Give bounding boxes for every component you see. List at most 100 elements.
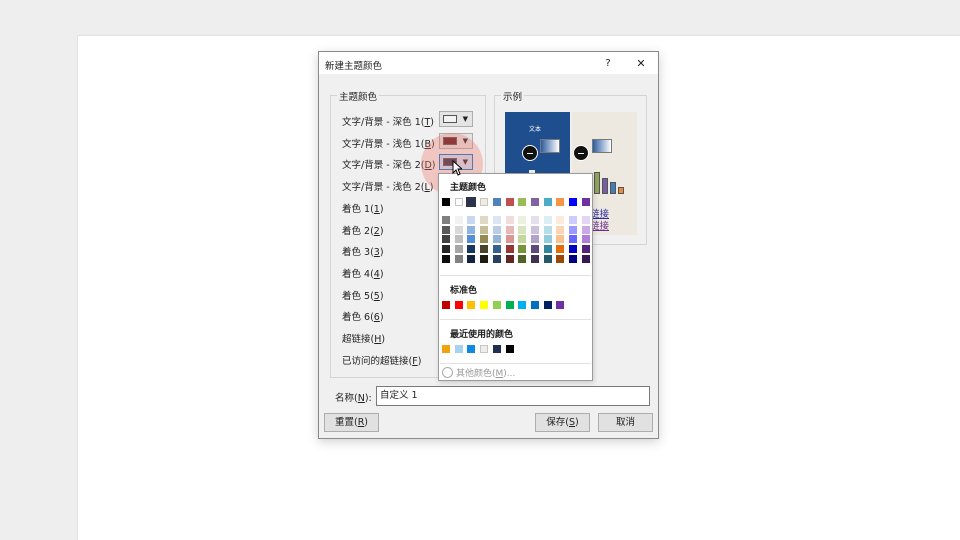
color-cell[interactable] — [556, 216, 565, 224]
color-cell[interactable] — [467, 345, 476, 353]
color-cell[interactable] — [454, 254, 463, 263]
color-cell[interactable] — [569, 245, 577, 254]
color-cell[interactable] — [530, 216, 539, 224]
color-cell[interactable] — [581, 225, 590, 234]
color-cell[interactable] — [556, 301, 565, 309]
color-cell[interactable] — [581, 235, 590, 244]
color-cell[interactable] — [492, 245, 501, 254]
color-cell[interactable] — [454, 301, 463, 309]
color-cell[interactable] — [467, 245, 476, 254]
color-cell[interactable] — [492, 301, 501, 309]
color-cell[interactable] — [530, 301, 539, 309]
color-cell[interactable] — [505, 225, 514, 234]
color-cell[interactable] — [467, 216, 476, 224]
color-cell[interactable] — [442, 198, 450, 206]
color-cell[interactable] — [467, 254, 476, 263]
color-cell[interactable] — [569, 225, 577, 234]
color-cell[interactable] — [543, 301, 552, 309]
save-button[interactable]: 保存(S) — [535, 413, 590, 432]
color-cell[interactable] — [454, 345, 463, 353]
help-button[interactable]: ? — [599, 56, 617, 71]
color-cell[interactable] — [480, 245, 489, 254]
cancel-button[interactable]: 取消 — [598, 413, 653, 432]
color-cell[interactable] — [543, 235, 552, 244]
color-cell[interactable] — [581, 245, 590, 254]
color-cell[interactable] — [569, 235, 577, 244]
color-cell[interactable] — [518, 254, 527, 263]
color-cell[interactable] — [492, 225, 501, 234]
dialog-title: 新建主题颜色 — [325, 61, 383, 72]
color-cell[interactable] — [467, 235, 476, 244]
color-cell[interactable] — [530, 245, 539, 254]
color-cell[interactable] — [454, 216, 463, 224]
color-cell[interactable] — [530, 198, 539, 206]
color-cell[interactable] — [442, 301, 450, 309]
color-cell[interactable] — [492, 216, 501, 224]
color-cell[interactable] — [543, 245, 552, 254]
color-cell[interactable] — [454, 235, 463, 244]
theme-color-row-label: 文字/背景 - 深色 1(T) — [342, 117, 434, 128]
color-cell[interactable] — [442, 235, 450, 244]
color-cell[interactable] — [480, 301, 489, 309]
color-cell[interactable] — [480, 235, 489, 244]
color-cell[interactable] — [492, 345, 501, 353]
color-cell[interactable] — [492, 198, 501, 206]
color-cell[interactable] — [466, 197, 477, 207]
color-cell[interactable] — [569, 254, 577, 263]
color-cell[interactable] — [492, 235, 501, 244]
color-cell[interactable] — [556, 225, 565, 234]
color-cell[interactable] — [518, 198, 527, 206]
color-cell[interactable] — [518, 301, 527, 309]
color-cell[interactable] — [480, 254, 489, 263]
color-cell[interactable] — [569, 198, 577, 206]
more-colors-option[interactable]: 其他颜色(M)... — [442, 366, 515, 379]
color-cell[interactable] — [442, 254, 450, 263]
color-cell[interactable] — [556, 254, 565, 263]
color-cell[interactable] — [581, 216, 590, 224]
color-cell[interactable] — [442, 225, 450, 234]
color-cell[interactable] — [480, 216, 489, 224]
reset-button[interactable]: 重置(R) — [324, 413, 379, 432]
color-cell[interactable] — [530, 254, 539, 263]
color-cell[interactable] — [505, 301, 514, 309]
color-cell[interactable] — [581, 254, 590, 263]
color-cell[interactable] — [505, 345, 514, 353]
color-cell[interactable] — [505, 254, 514, 263]
color-cell[interactable] — [543, 254, 552, 263]
color-cell[interactable] — [505, 216, 514, 224]
color-cell[interactable] — [556, 198, 565, 206]
color-cell[interactable] — [569, 216, 577, 224]
color-cell[interactable] — [442, 345, 450, 353]
color-cell[interactable] — [530, 235, 539, 244]
color-cell[interactable] — [518, 245, 527, 254]
color-cell[interactable] — [467, 301, 476, 309]
color-cell[interactable] — [467, 225, 476, 234]
close-button[interactable]: ✕ — [632, 56, 650, 71]
palette-standard-heading: 标准色 — [450, 286, 478, 296]
color-cell[interactable] — [518, 225, 527, 234]
name-input[interactable]: 自定义 1 — [376, 386, 650, 406]
color-cell[interactable] — [454, 245, 463, 254]
color-cell[interactable] — [581, 198, 590, 206]
color-cell[interactable] — [480, 345, 489, 353]
color-cell[interactable] — [543, 216, 552, 224]
color-cell[interactable] — [556, 235, 565, 244]
color-cell[interactable] — [543, 198, 552, 206]
theme-color-picker-button[interactable]: ▼ — [439, 111, 473, 127]
color-cell[interactable] — [454, 198, 463, 206]
color-cell[interactable] — [505, 235, 514, 244]
color-cell[interactable] — [530, 225, 539, 234]
color-cell[interactable] — [518, 216, 527, 224]
color-cell[interactable] — [543, 225, 552, 234]
color-cell[interactable] — [518, 235, 527, 244]
color-cell[interactable] — [442, 216, 450, 224]
color-cell[interactable] — [442, 245, 450, 254]
color-cell[interactable] — [556, 245, 565, 254]
color-cell[interactable] — [505, 198, 514, 206]
color-cell[interactable] — [480, 225, 489, 234]
color-cell[interactable] — [492, 254, 501, 263]
color-cell[interactable] — [480, 198, 489, 206]
palette-recent-heading: 最近使用的颜色 — [450, 330, 514, 340]
color-cell[interactable] — [454, 225, 463, 234]
color-cell[interactable] — [505, 245, 514, 254]
